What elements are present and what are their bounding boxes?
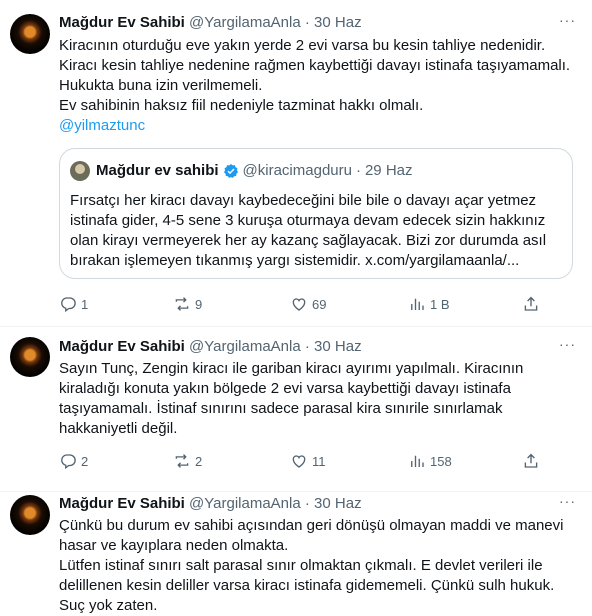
separator: · bbox=[355, 162, 361, 179]
more-dots-icon[interactable]: ··· bbox=[559, 12, 576, 28]
share-button[interactable] bbox=[522, 295, 544, 313]
author-handle[interactable]: @YargilamaAnla bbox=[189, 495, 301, 512]
separator: · bbox=[304, 338, 310, 355]
reply-icon bbox=[61, 454, 76, 470]
views-button[interactable]: 158 bbox=[408, 452, 452, 470]
tweet-actions: 1 9 69 1 B bbox=[59, 295, 584, 315]
author-name[interactable]: Mağdur Ev Sahibi bbox=[59, 338, 185, 355]
share-icon bbox=[524, 296, 538, 311]
repost-icon bbox=[175, 454, 189, 468]
tweet-header: Mağdur Ev Sahibi @YargilamaAnla · 30 Haz bbox=[59, 495, 362, 513]
avatar[interactable] bbox=[10, 14, 50, 54]
repost-count: 2 bbox=[195, 453, 203, 469]
views-chart-icon bbox=[411, 298, 424, 310]
more-dots-icon[interactable]: ··· bbox=[559, 336, 576, 352]
heart-icon bbox=[292, 455, 306, 468]
quote-text: Fırsatçı her kiracı davayı kaybedeceğini… bbox=[70, 192, 547, 269]
heart-icon bbox=[292, 298, 306, 311]
quote-author-handle: @kiracimagduru bbox=[242, 162, 352, 179]
avatar[interactable] bbox=[10, 337, 50, 377]
tweet-line: Kiracı kesin tahliye nedenine rağmen kay… bbox=[59, 57, 571, 94]
tweet-1[interactable]: Mağdur Ev Sahibi @YargilamaAnla · 30 Haz… bbox=[0, 0, 592, 327]
mention-link[interactable]: @yilmaztunc bbox=[59, 117, 145, 134]
reply-button[interactable]: 1 bbox=[59, 295, 88, 313]
author-name[interactable]: Mağdur Ev Sahibi bbox=[59, 495, 185, 512]
quote-author-name: Mağdur ev sahibi bbox=[96, 162, 219, 179]
like-button[interactable]: 69 bbox=[290, 295, 326, 313]
tweet-line: Sayın Tunç, Zengin kiracı ile gariban ki… bbox=[59, 360, 524, 437]
tweet-line: Çünkü bu durum ev sahibi açısından geri … bbox=[59, 517, 564, 554]
reply-icon bbox=[61, 297, 76, 313]
like-count: 69 bbox=[312, 296, 327, 312]
repost-button[interactable]: 9 bbox=[173, 295, 202, 313]
tweet-actions: 2 2 11 158 bbox=[59, 452, 584, 472]
repost-button[interactable]: 2 bbox=[173, 452, 202, 470]
verified-badge-icon bbox=[223, 164, 238, 178]
separator: · bbox=[304, 14, 310, 31]
tweet-3[interactable]: Mağdur Ev Sahibi @YargilamaAnla · 30 Haz… bbox=[0, 492, 592, 614]
tweet-text: Kiracının oturduğu eve yakın yerde 2 evi… bbox=[59, 36, 579, 136]
author-handle[interactable]: @YargilamaAnla bbox=[189, 14, 301, 31]
quote-header: Mağdur ev sahibi @kiracimagduru · 29 Haz bbox=[70, 161, 413, 181]
reply-button[interactable]: 2 bbox=[59, 452, 88, 470]
tweet-header: Mağdur Ev Sahibi @YargilamaAnla · 30 Haz bbox=[59, 14, 362, 32]
tweet-header: Mağdur Ev Sahibi @YargilamaAnla · 30 Haz bbox=[59, 338, 362, 356]
tweet-text: Çünkü bu durum ev sahibi açısından geri … bbox=[59, 516, 579, 616]
more-dots-icon[interactable]: ··· bbox=[559, 493, 576, 509]
tweet-line: Lütfen istinaf sınırı salt parasal sınır… bbox=[59, 557, 555, 614]
reply-count: 1 bbox=[81, 296, 89, 312]
tweet-line: Ev sahibinin haksız fiil nedeniyle tazmi… bbox=[59, 97, 424, 114]
tweet-text: Sayın Tunç, Zengin kiracı ile gariban ki… bbox=[59, 359, 579, 439]
views-button[interactable]: 1 B bbox=[408, 295, 450, 313]
avatar[interactable] bbox=[10, 495, 50, 535]
tweet-date[interactable]: 30 Haz bbox=[314, 338, 362, 355]
tweet-date[interactable]: 30 Haz bbox=[314, 14, 362, 31]
share-button[interactable] bbox=[522, 452, 544, 470]
like-count: 11 bbox=[312, 453, 326, 469]
tweet-2[interactable]: Mağdur Ev Sahibi @YargilamaAnla · 30 Haz… bbox=[0, 327, 592, 491]
tweet-line: Kiracının oturduğu eve yakın yerde 2 evi… bbox=[59, 37, 546, 54]
views-count: 158 bbox=[430, 453, 452, 469]
views-chart-icon bbox=[411, 455, 424, 467]
author-name[interactable]: Mağdur Ev Sahibi bbox=[59, 14, 185, 31]
quote-date: 29 Haz bbox=[364, 162, 413, 179]
repost-icon bbox=[175, 297, 189, 311]
like-button[interactable]: 11 bbox=[290, 452, 326, 470]
views-count: 1 B bbox=[430, 296, 450, 312]
tweet-date[interactable]: 30 Haz bbox=[314, 495, 362, 512]
author-handle[interactable]: @YargilamaAnla bbox=[189, 338, 301, 355]
quoted-tweet[interactable]: Mağdur ev sahibi @kiracimagduru · 29 Haz… bbox=[59, 148, 573, 279]
repost-count: 9 bbox=[195, 296, 203, 312]
share-icon bbox=[524, 453, 538, 468]
separator: · bbox=[304, 495, 310, 512]
quote-avatar bbox=[70, 161, 90, 181]
reply-count: 2 bbox=[81, 453, 89, 469]
